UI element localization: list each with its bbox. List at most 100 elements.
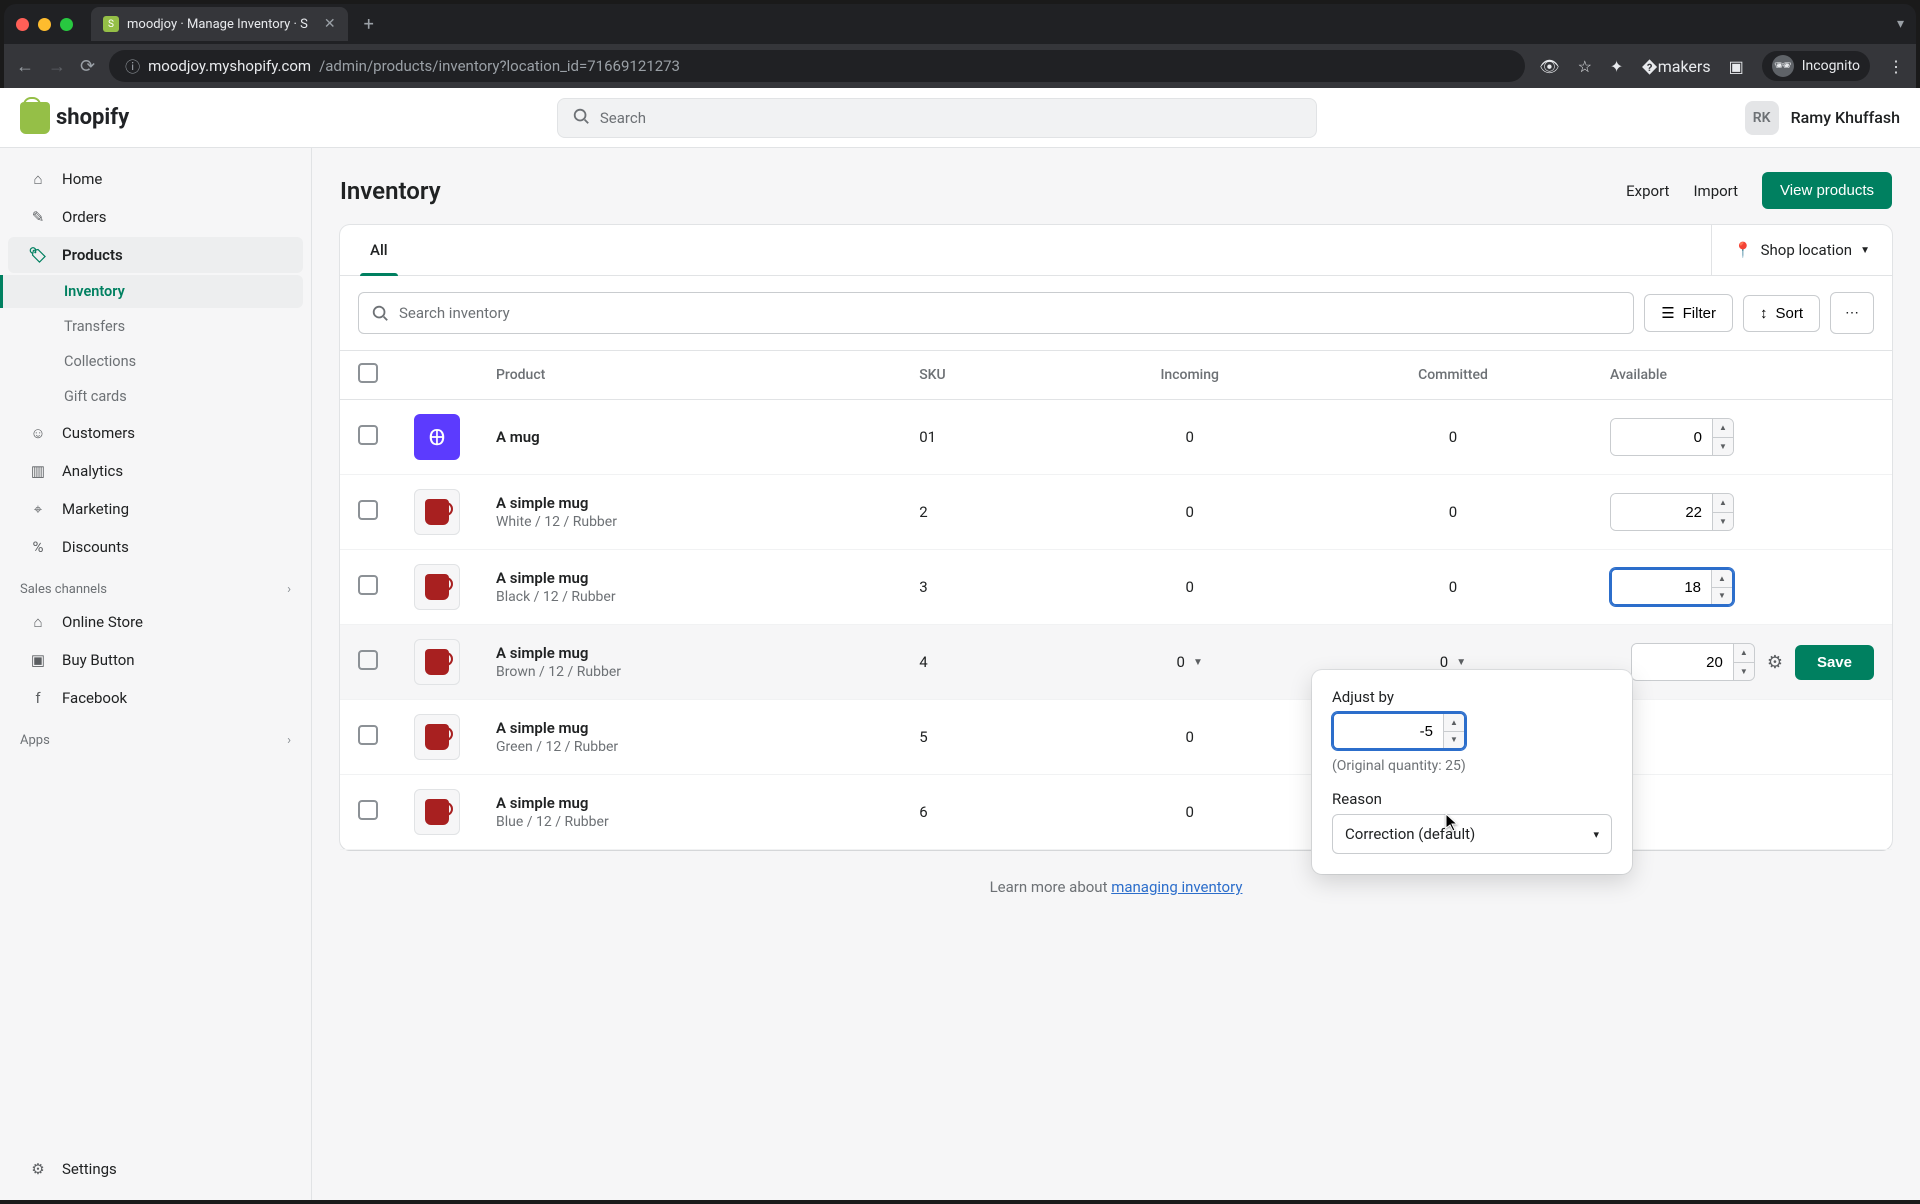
bookmark-icon[interactable]: ☆ bbox=[1578, 57, 1592, 76]
adjust-by-input[interactable]: ▲▼ bbox=[1332, 712, 1466, 750]
minimize-window-icon[interactable] bbox=[38, 18, 51, 31]
product-name[interactable]: A mug bbox=[496, 428, 883, 446]
site-info-icon[interactable]: ⓘ bbox=[125, 56, 140, 77]
forward-icon[interactable]: → bbox=[48, 56, 66, 77]
sidebar-item-collections[interactable]: Collections bbox=[8, 345, 303, 378]
step-up-icon[interactable]: ▲ bbox=[1713, 419, 1733, 438]
available-field[interactable] bbox=[1632, 644, 1733, 680]
step-up-icon[interactable]: ▲ bbox=[1712, 570, 1732, 588]
available-input[interactable]: ▲▼ bbox=[1631, 643, 1755, 681]
sidebar-item-label: Discounts bbox=[62, 538, 129, 556]
step-down-icon[interactable]: ▼ bbox=[1734, 663, 1754, 681]
sidebar-item-marketing[interactable]: ⌖Marketing bbox=[8, 491, 303, 527]
row-checkbox[interactable] bbox=[358, 650, 378, 670]
managing-inventory-link[interactable]: managing inventory bbox=[1111, 878, 1242, 896]
save-button[interactable]: Save bbox=[1795, 645, 1874, 680]
window-controls bbox=[16, 18, 73, 31]
incoming-cell: 0 bbox=[1065, 775, 1313, 850]
committed-dropdown[interactable]: 0▼ bbox=[1440, 653, 1466, 671]
maximize-window-icon[interactable] bbox=[60, 18, 73, 31]
select-all-checkbox[interactable] bbox=[358, 363, 378, 383]
sidebar-section-channels[interactable]: Sales channels › bbox=[0, 566, 311, 603]
sidebar-item-buy-button[interactable]: ▣Buy Button bbox=[8, 642, 303, 678]
url-input[interactable]: ⓘ moodjoy.myshopify.com/admin/products/i… bbox=[109, 50, 1525, 82]
row-checkbox[interactable] bbox=[358, 500, 378, 520]
sidebar-item-settings[interactable]: ⚙Settings bbox=[8, 1151, 303, 1187]
row-checkbox[interactable] bbox=[358, 575, 378, 595]
product-name[interactable]: A simple mug bbox=[496, 719, 883, 737]
search-placeholder: Search inventory bbox=[399, 304, 510, 322]
sidebar-item-label: Gift cards bbox=[64, 388, 127, 405]
location-selector[interactable]: 📍 Shop location ▼ bbox=[1711, 225, 1892, 275]
location-pin-icon: 📍 bbox=[1734, 241, 1753, 259]
close-window-icon[interactable] bbox=[16, 18, 29, 31]
chevron-down-icon: ▼ bbox=[1456, 657, 1466, 668]
sidebar-item-label: Customers bbox=[62, 424, 135, 442]
step-up-icon[interactable]: ▲ bbox=[1713, 494, 1733, 513]
available-field[interactable] bbox=[1612, 570, 1711, 604]
user-menu[interactable]: RK Ramy Khuffash bbox=[1745, 101, 1900, 135]
product-variant: Black / 12 / Rubber bbox=[496, 589, 883, 605]
row-checkbox[interactable] bbox=[358, 425, 378, 445]
extensions-icon[interactable]: ✦ bbox=[1610, 57, 1623, 76]
step-down-icon[interactable]: ▼ bbox=[1712, 588, 1732, 605]
reason-select[interactable]: Correction (default) ▾ bbox=[1332, 814, 1612, 854]
inventory-search-input[interactable]: Search inventory bbox=[358, 292, 1634, 334]
sidepanel-icon[interactable]: ▣ bbox=[1729, 57, 1744, 76]
tab-all[interactable]: All bbox=[352, 225, 406, 275]
available-input[interactable]: ▲▼ bbox=[1610, 568, 1734, 606]
eye-off-icon[interactable]: 👁 bbox=[1539, 57, 1559, 76]
export-button[interactable]: Export bbox=[1626, 182, 1669, 200]
sidebar-item-gift-cards[interactable]: Gift cards bbox=[8, 380, 303, 413]
adjust-popover: Adjust by ▲▼ (Original quantity: 25) Rea… bbox=[1312, 670, 1632, 874]
product-name[interactable]: A simple mug bbox=[496, 494, 883, 512]
incognito-badge[interactable]: 🕶 Incognito bbox=[1762, 51, 1870, 81]
row-checkbox[interactable] bbox=[358, 725, 378, 745]
back-icon[interactable]: ← bbox=[16, 56, 34, 77]
incoming-dropdown[interactable]: 0▼ bbox=[1177, 653, 1203, 671]
sort-button[interactable]: ↕ Sort bbox=[1743, 295, 1820, 332]
sidebar-item-customers[interactable]: ☺Customers bbox=[8, 415, 303, 451]
browser-menu-icon[interactable]: ⋮ bbox=[1888, 57, 1904, 76]
sidebar-item-products[interactable]: 🏷Products bbox=[8, 237, 303, 273]
product-name[interactable]: A simple mug bbox=[496, 794, 883, 812]
view-products-button[interactable]: View products bbox=[1762, 172, 1892, 209]
product-name[interactable]: A simple mug bbox=[496, 644, 883, 662]
row-checkbox[interactable] bbox=[358, 800, 378, 820]
step-up-icon[interactable]: ▲ bbox=[1444, 714, 1464, 732]
table-row: A simple mugGreen / 12 / Rubber 5 0 bbox=[340, 700, 1892, 775]
new-tab-button[interactable]: + bbox=[356, 14, 382, 35]
available-field[interactable] bbox=[1611, 494, 1712, 530]
reading-list-icon[interactable]: �makers bbox=[1641, 57, 1710, 76]
step-up-icon[interactable]: ▲ bbox=[1734, 644, 1754, 663]
more-actions-button[interactable]: ⋯ bbox=[1830, 292, 1874, 334]
sidebar-item-orders[interactable]: ✎Orders bbox=[8, 199, 303, 235]
shopify-logo[interactable]: shopify bbox=[20, 102, 129, 134]
sidebar-item-online-store[interactable]: ⌂Online Store bbox=[8, 604, 303, 640]
sidebar-item-facebook[interactable]: fFacebook bbox=[8, 680, 303, 716]
sidebar-item-home[interactable]: ⌂Home bbox=[8, 161, 303, 197]
close-tab-icon[interactable]: ✕ bbox=[324, 16, 336, 32]
available-input[interactable]: ▲▼ bbox=[1610, 493, 1734, 531]
sidebar-item-analytics[interactable]: ▥Analytics bbox=[8, 453, 303, 489]
global-search-input[interactable]: Search bbox=[557, 98, 1317, 138]
sort-icon: ↕ bbox=[1760, 305, 1768, 322]
sidebar-item-inventory[interactable]: Inventory bbox=[0, 275, 303, 308]
filter-button[interactable]: ☰ Filter bbox=[1644, 294, 1733, 332]
sidebar-item-transfers[interactable]: Transfers bbox=[8, 310, 303, 343]
adjust-settings-icon[interactable]: ⚙ bbox=[1767, 652, 1783, 673]
step-down-icon[interactable]: ▼ bbox=[1713, 513, 1733, 531]
available-field[interactable] bbox=[1611, 419, 1712, 455]
step-down-icon[interactable]: ▼ bbox=[1713, 438, 1733, 456]
sidebar-item-discounts[interactable]: %Discounts bbox=[8, 529, 303, 565]
reload-icon[interactable]: ⟳ bbox=[80, 56, 95, 77]
location-label: Shop location bbox=[1761, 241, 1852, 259]
import-button[interactable]: Import bbox=[1693, 182, 1738, 200]
available-input[interactable]: ▲▼ bbox=[1610, 418, 1734, 456]
product-name[interactable]: A simple mug bbox=[496, 569, 883, 587]
browser-tab[interactable]: S moodjoy · Manage Inventory · S ✕ bbox=[91, 7, 348, 41]
adjust-by-field[interactable] bbox=[1334, 714, 1443, 748]
step-down-icon[interactable]: ▼ bbox=[1444, 732, 1464, 749]
sidebar-section-apps[interactable]: Apps › bbox=[0, 717, 311, 754]
tabs-overflow-icon[interactable]: ▾ bbox=[1897, 16, 1904, 32]
